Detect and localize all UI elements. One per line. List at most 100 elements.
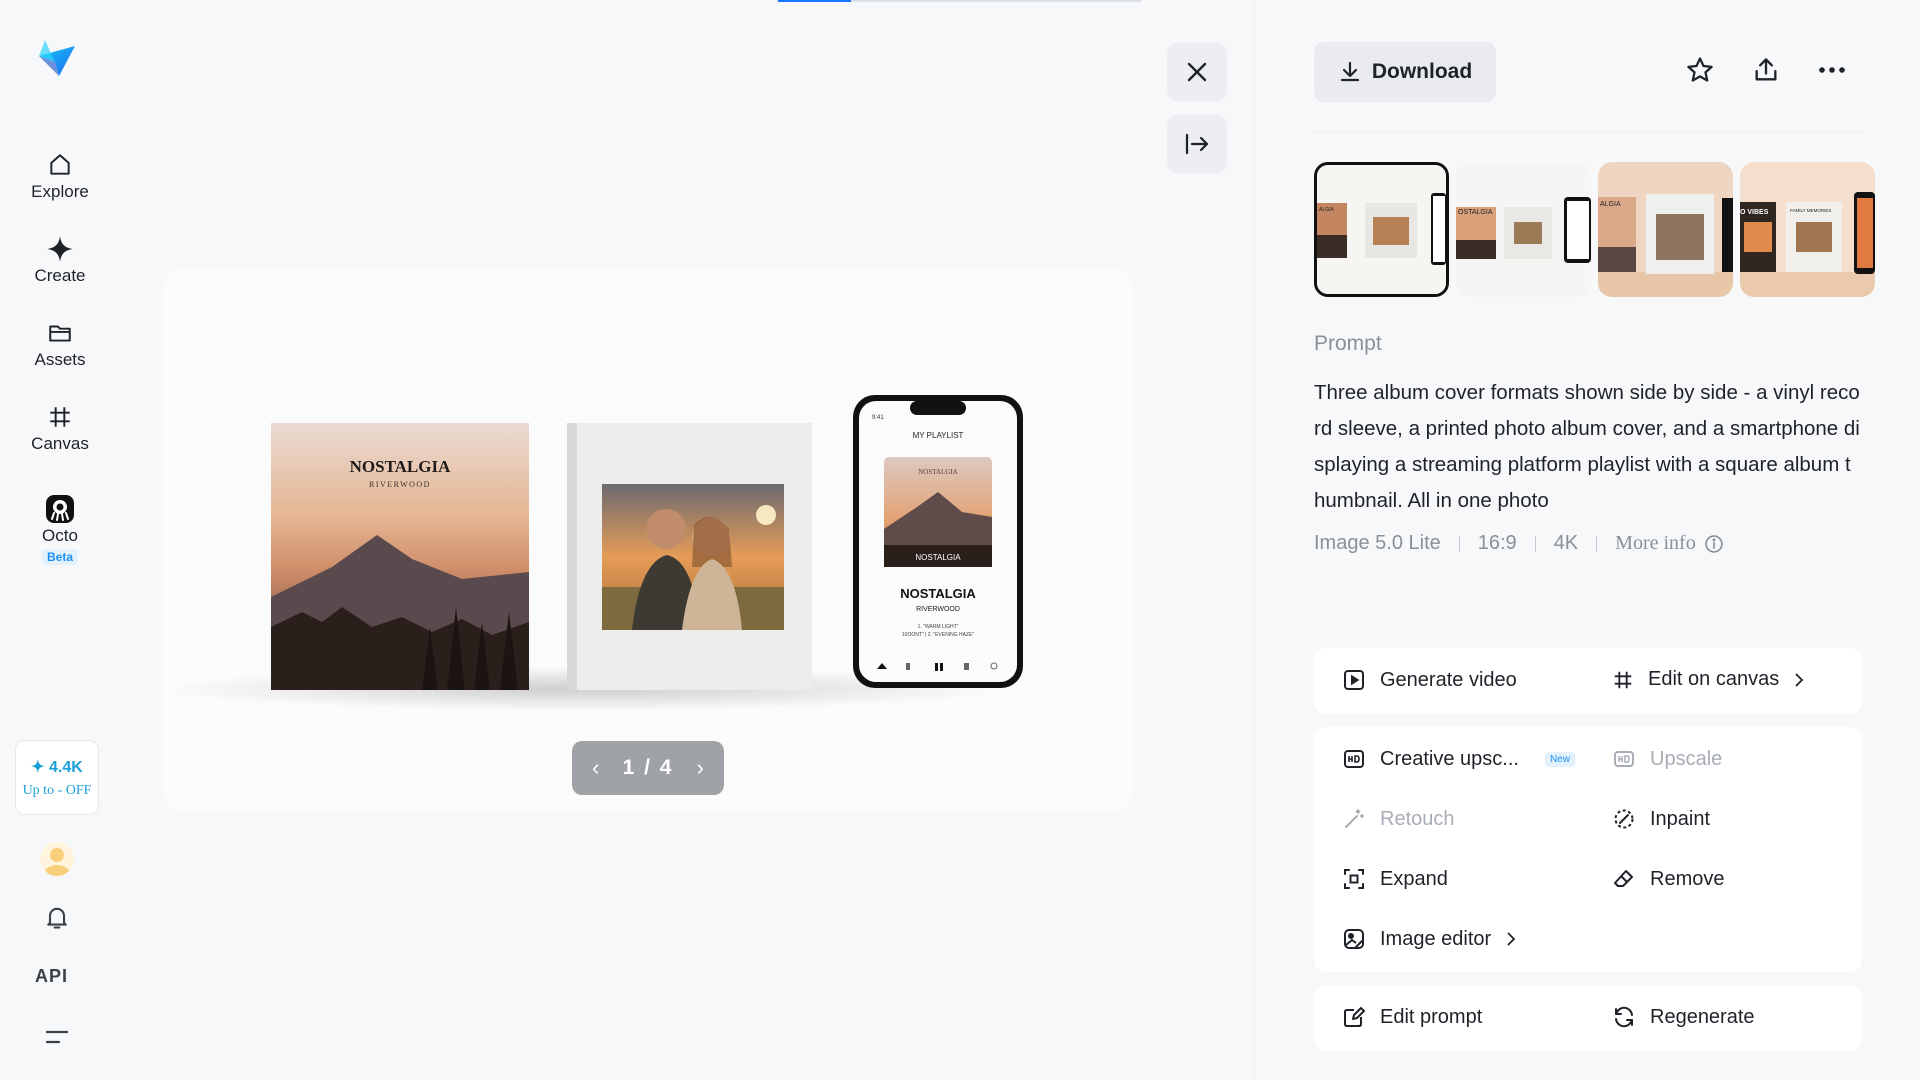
frame-icon xyxy=(45,402,75,432)
regenerate-button[interactable]: Regenerate xyxy=(1612,1005,1755,1029)
download-button[interactable]: Download xyxy=(1314,42,1496,102)
phone-track1: 1. "WARM LIGHT" xyxy=(918,624,959,630)
thumbnail-3-text: ALGIA xyxy=(1600,201,1621,208)
magic-wand-icon xyxy=(1345,809,1364,828)
phone-artist: RIVERWOOD xyxy=(916,606,960,613)
collapse-panel-button[interactable] xyxy=(1167,115,1227,173)
beta-badge: Beta xyxy=(41,549,78,565)
nav-octo[interactable]: Octo Beta xyxy=(0,494,120,565)
upscale-button[interactable]: Upscale xyxy=(1612,747,1722,771)
thumbnail-4-text: O VIBES xyxy=(1740,209,1769,216)
thumbnail-2[interactable]: OSTALGIA xyxy=(1456,162,1591,297)
top-progress-fill xyxy=(778,0,851,2)
more-info-label: More info xyxy=(1615,532,1696,554)
phone-album-band: NOSTALGIA xyxy=(915,553,961,562)
image-edit-icon xyxy=(1344,929,1364,949)
prompt-text: Three album cover formats shown side by … xyxy=(1314,381,1860,512)
star-icon xyxy=(1687,57,1713,82)
thumbnail-2-text: OSTALGIA xyxy=(1458,209,1493,216)
nav-explore-label: Explore xyxy=(31,182,89,201)
photo-album xyxy=(567,423,812,690)
octo-icon xyxy=(45,494,75,524)
avatar[interactable] xyxy=(40,842,74,876)
refresh-icon xyxy=(1615,1006,1633,1028)
favorite-button[interactable] xyxy=(1682,52,1718,88)
home-icon xyxy=(45,150,75,180)
bell-icon[interactable] xyxy=(43,903,71,931)
credits-card[interactable]: ✦ 4.4K Up to - OFF xyxy=(15,740,99,815)
retouch-label: Retouch xyxy=(1380,807,1455,830)
vinyl-sleeve: NOSTALGIA RIVERWOOD xyxy=(271,423,529,690)
thumbnail-1[interactable]: ALGIA xyxy=(1314,162,1449,297)
image-viewer[interactable]: NOSTALGIA RIVERWOOD 9:41 MY PLAYLIST NOS… xyxy=(162,267,1134,812)
retouch-button[interactable]: Retouch xyxy=(1342,807,1455,831)
vinyl-subtitle: RIVERWOOD xyxy=(369,480,431,489)
image-pager: ‹ 1 / 4 › xyxy=(572,741,724,795)
image-editor-label: Image editor xyxy=(1380,927,1492,950)
sparkle-icon xyxy=(45,234,75,264)
phone-time: 9:41 xyxy=(872,415,884,421)
nav-assets-label: Assets xyxy=(34,350,86,369)
nav-explore[interactable]: Explore xyxy=(0,150,120,202)
generate-video-button[interactable]: Generate video xyxy=(1342,668,1517,692)
sidebar: Explore Create Assets Canvas Octo Beta ✦… xyxy=(0,0,120,1080)
edit-on-canvas-button[interactable]: Edit on canvas xyxy=(1612,668,1805,691)
folder-icon xyxy=(45,318,75,348)
edit-prompt-label: Edit prompt xyxy=(1380,1005,1483,1028)
close-icon xyxy=(1187,62,1207,82)
model-name: Image 5.0 Lite xyxy=(1314,532,1441,554)
creative-upscale-label: Creative upsc... xyxy=(1380,747,1519,770)
remove-button[interactable]: Remove xyxy=(1612,867,1724,891)
image-editor-button[interactable]: Image editor xyxy=(1342,927,1517,951)
api-link[interactable]: API xyxy=(35,966,68,987)
more-options-button[interactable] xyxy=(1814,52,1850,88)
phone-header: MY PLAYLIST xyxy=(913,431,964,440)
edit-prompt-button[interactable]: Edit prompt xyxy=(1342,1005,1482,1029)
more-icon xyxy=(1819,67,1845,73)
edit-icon xyxy=(1344,1007,1365,1027)
nav-create[interactable]: Create xyxy=(0,234,120,286)
edit-on-canvas-label: Edit on canvas xyxy=(1648,668,1780,690)
info-icon xyxy=(1704,534,1723,553)
app-logo[interactable] xyxy=(37,38,77,78)
expand-button[interactable]: Expand xyxy=(1342,867,1448,891)
menu-icon[interactable] xyxy=(43,1026,71,1048)
hd-icon xyxy=(1614,751,1634,767)
page-indicator: 1 / 4 xyxy=(622,756,674,779)
download-icon xyxy=(1340,61,1359,82)
edit-tools-group: Creative upsc... New Upscale Retouch Inp… xyxy=(1314,727,1862,972)
regenerate-label: Regenerate xyxy=(1650,1005,1755,1028)
thumbnail-4[interactable]: O VIBES FAMILY MEMORIES xyxy=(1740,162,1875,297)
meta-separator xyxy=(1534,535,1536,552)
credits-amount: ✦ 4.4K xyxy=(31,758,83,776)
nav-canvas[interactable]: Canvas xyxy=(0,402,120,454)
panel-separator xyxy=(1314,131,1862,132)
phone-album-top: NOSTALGIA xyxy=(918,468,958,476)
close-button[interactable] xyxy=(1167,43,1227,101)
thumbnail-3[interactable]: ALGIA xyxy=(1598,162,1733,297)
creative-upscale-button[interactable]: Creative upsc... New xyxy=(1342,747,1575,771)
inpaint-icon xyxy=(1614,809,1634,829)
phone-title: NOSTALGIA xyxy=(900,586,976,601)
nav-assets[interactable]: Assets xyxy=(0,318,120,370)
video-icon xyxy=(1344,670,1364,690)
eraser-icon xyxy=(1614,870,1633,887)
inpaint-button[interactable]: Inpaint xyxy=(1612,807,1710,831)
next-image-button[interactable]: › xyxy=(697,755,704,781)
aspect-ratio: 16:9 xyxy=(1477,532,1517,554)
chevron-right-icon xyxy=(1795,672,1804,687)
share-button[interactable] xyxy=(1748,52,1784,88)
generate-video-label: Generate video xyxy=(1380,668,1517,691)
generation-meta: Image 5.0 Lite 16:9 4K More info xyxy=(1314,532,1724,555)
nav-octo-label: Octo xyxy=(42,526,78,545)
thumbnail-4-caption: FAMILY MEMORIES xyxy=(1790,208,1831,213)
more-info-link[interactable]: More info xyxy=(1615,532,1724,555)
prompt-heading: Prompt xyxy=(1314,332,1382,355)
download-label: Download xyxy=(1371,60,1473,83)
prompt-actions-group: Edit prompt Regenerate xyxy=(1314,985,1862,1051)
generated-image: NOSTALGIA RIVERWOOD 9:41 MY PLAYLIST NOS… xyxy=(162,395,1023,711)
upscale-label: Upscale xyxy=(1650,747,1723,770)
thumbnail-1-text: ALGIA xyxy=(1319,207,1334,213)
meta-separator xyxy=(1596,535,1598,552)
prev-image-button[interactable]: ‹ xyxy=(592,755,599,781)
